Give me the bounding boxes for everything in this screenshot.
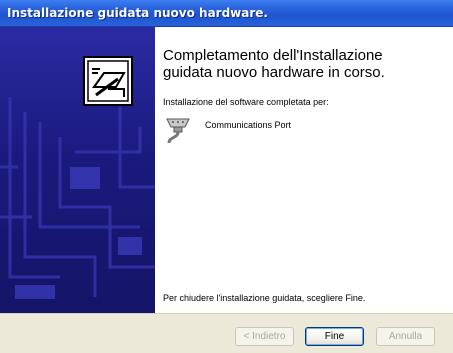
heading-line-1: Completamento dell'Installazione (163, 47, 383, 64)
hardware-wizard-illustration (0, 56, 155, 299)
device-entry: Communications Port (161, 113, 441, 149)
wizard-content: Completamento dell'Installazione guidata… (155, 27, 453, 313)
cancel-button[interactable]: Annulla (376, 327, 435, 346)
device-name: Communications Port (205, 120, 292, 130)
install-status-text: Installazione del software completata pe… (163, 97, 329, 107)
finish-instruction-text: Per chiudere l'installazione guidata, sc… (163, 293, 366, 303)
window-title: Installazione guidata nuovo hardware. (7, 6, 268, 20)
title-bar[interactable]: Installazione guidata nuovo hardware. (0, 0, 453, 27)
serial-port-icon (166, 118, 190, 144)
back-button[interactable]: < Indietro (235, 327, 294, 346)
hardware-card-icon (83, 56, 133, 106)
page-title: Completamento dell'Installazione guidata… (163, 47, 448, 81)
button-bar: < Indietro Fine Annulla (0, 313, 453, 353)
finish-button[interactable]: Fine (305, 327, 364, 346)
wizard-window: Installazione guidata nuovo hardware. Co… (0, 0, 453, 353)
wizard-side-panel (0, 27, 155, 313)
heading-line-2: guidata nuovo hardware in corso. (163, 64, 385, 81)
